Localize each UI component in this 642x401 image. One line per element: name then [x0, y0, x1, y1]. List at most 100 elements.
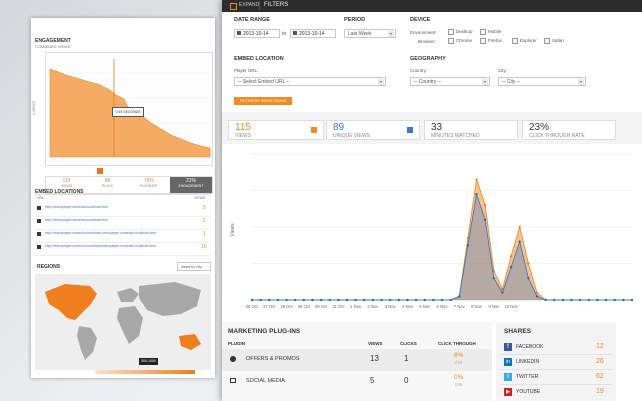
stat-plays: 88 PLAYS	[101, 178, 114, 188]
calendar-icon	[237, 31, 241, 35]
plugin-ctr: 8%	[454, 352, 464, 359]
embed-location-label: EMBED LOCATION	[234, 56, 284, 62]
embed-col-views: VIEWS	[194, 196, 206, 200]
shares-title: SHARES	[504, 328, 532, 335]
data-point	[276, 298, 280, 302]
plugin-ctr-label: CTR	[455, 361, 463, 365]
playhead-handle[interactable]	[97, 168, 103, 174]
facebook-icon: f	[504, 343, 512, 351]
env-mobile[interactable]: Mobile	[480, 29, 501, 35]
x-tick-label: 26 Oct	[246, 304, 259, 309]
data-point	[492, 277, 495, 280]
checkbox[interactable]	[448, 29, 454, 35]
engagement-subtitle: COMBINED VIEWS	[35, 44, 71, 49]
views-toggle-icon[interactable]	[311, 127, 317, 133]
date-to-word: to	[282, 31, 287, 37]
date-to-input[interactable]: 2013-10-14	[290, 29, 336, 38]
checkbox[interactable]	[448, 38, 454, 44]
date-from-input[interactable]: 2013-10-14	[234, 29, 280, 38]
checkbox[interactable]	[544, 38, 550, 44]
embed-icon	[37, 206, 41, 210]
data-point	[484, 204, 487, 207]
data-point	[406, 298, 409, 302]
share-row[interactable]: ▶ YOUTUBE 19	[500, 385, 612, 399]
region-europe	[117, 288, 139, 302]
embed-url[interactable]: http://videoplayer.sumedia.localhost/vid…	[45, 244, 156, 248]
x-tick-label: 7 Nov	[454, 304, 466, 309]
data-point	[371, 298, 375, 302]
embed-row[interactable]: http://videoplayer.sumedia.localhost.vid…	[35, 230, 211, 243]
embed-url[interactable]: http://videoplayer.sumedia.localhost.htm…	[45, 218, 108, 222]
embed-row[interactable]: http://videoplayer.sumedia.localhost.htm…	[35, 217, 211, 230]
data-point	[458, 295, 461, 298]
player-url-select[interactable]: -- Select Embed URL -- ▾	[234, 77, 386, 86]
geography-label: GEOGRAPHY	[410, 56, 446, 62]
data-point	[423, 298, 426, 302]
engagement-y-label: # VIEWS	[32, 100, 37, 116]
share-value: 62	[596, 373, 604, 380]
share-row[interactable]: t TWITTER 62	[500, 370, 612, 385]
kpi-views[interactable]: 115 VIEWS	[228, 120, 324, 140]
filter-button[interactable]: FILTER BY SELECTIONS	[234, 97, 292, 105]
embed-url[interactable]: http://videoplayer.sumedia.localhost.htm…	[45, 205, 108, 209]
region-africa	[117, 306, 143, 344]
region-north-america	[45, 284, 97, 320]
share-row[interactable]: in LINKEDIN 26	[500, 355, 612, 370]
embed-icon	[37, 245, 41, 249]
period-select[interactable]: Last Week ▾	[344, 29, 396, 38]
data-point	[389, 298, 392, 302]
marketing-row[interactable]: OFFERS & PROMOS 13 1 8% CTR	[222, 349, 492, 371]
world-map[interactable]	[35, 274, 211, 370]
checkbox[interactable]	[480, 38, 486, 44]
x-tick-label: 27 Oct	[263, 304, 276, 309]
data-point	[354, 298, 357, 302]
embed-views: 10	[201, 244, 207, 250]
share-value: 12	[596, 343, 604, 350]
browser-firefox[interactable]: Firefox	[480, 38, 502, 44]
marketing-row[interactable]: SOCIAL MEDIA 5 0 0% CTR	[222, 371, 492, 393]
embed-views: 5	[203, 205, 206, 211]
expand-label[interactable]: EXPAND	[239, 2, 259, 8]
browser-chrome[interactable]: Chrome	[448, 38, 472, 44]
x-tick-label: 28 Oct	[280, 304, 293, 309]
expand-icon[interactable]	[230, 3, 237, 10]
data-point	[449, 298, 452, 302]
share-row[interactable]: f FACEBOOK 12	[500, 340, 612, 355]
filters-label: FILTERS	[264, 2, 289, 8]
data-point	[363, 298, 366, 302]
browser-explorer[interactable]: Explorer	[512, 38, 537, 44]
city-select[interactable]: -- City -- ▾	[498, 77, 586, 86]
data-point	[250, 298, 254, 302]
country-select[interactable]: -- Country -- ▾	[410, 77, 490, 86]
embed-views: 2	[203, 218, 206, 224]
browser-safari[interactable]: Safari	[544, 38, 564, 44]
embed-url[interactable]: http://videoplayer.sumedia.localhost.vid…	[45, 231, 156, 235]
env-desktop[interactable]: Desktop	[448, 29, 473, 35]
plugin-clicks: 1	[404, 354, 409, 363]
world-map-svg	[45, 282, 201, 360]
share-name: TWITTER	[516, 374, 539, 380]
embed-row[interactable]: http://videoplayer.sumedia.localhost/vid…	[35, 243, 211, 256]
series-line	[252, 194, 632, 301]
data-point	[268, 298, 271, 302]
share-icon	[230, 378, 236, 383]
data-point	[518, 225, 521, 229]
top-bar: EXPAND FILTERS	[222, 0, 642, 12]
city-label: City:	[498, 68, 507, 73]
player-url-label: Player URL:	[234, 68, 259, 73]
data-point	[414, 298, 418, 302]
unique-views-toggle-icon[interactable]	[407, 127, 413, 133]
calendar-icon	[293, 31, 297, 35]
series-area	[252, 194, 632, 300]
data-point	[294, 298, 297, 302]
kpi-unique-views[interactable]: 89 UNIQUE VIEWS	[326, 120, 420, 140]
embed-icon	[37, 219, 41, 223]
checkbox[interactable]	[480, 29, 486, 35]
embed-row[interactable]: http://videoplayer.sumedia.localhost.htm…	[35, 204, 211, 217]
twitter-icon: t	[504, 373, 512, 381]
checkbox[interactable]	[512, 38, 518, 44]
marketing-title: MARKETING PLUG-INS	[228, 328, 301, 335]
map-scale-label: 300-1000	[139, 358, 158, 365]
top-bar-divider	[259, 1, 260, 11]
regions-view-select[interactable]: Views by City	[177, 262, 211, 271]
